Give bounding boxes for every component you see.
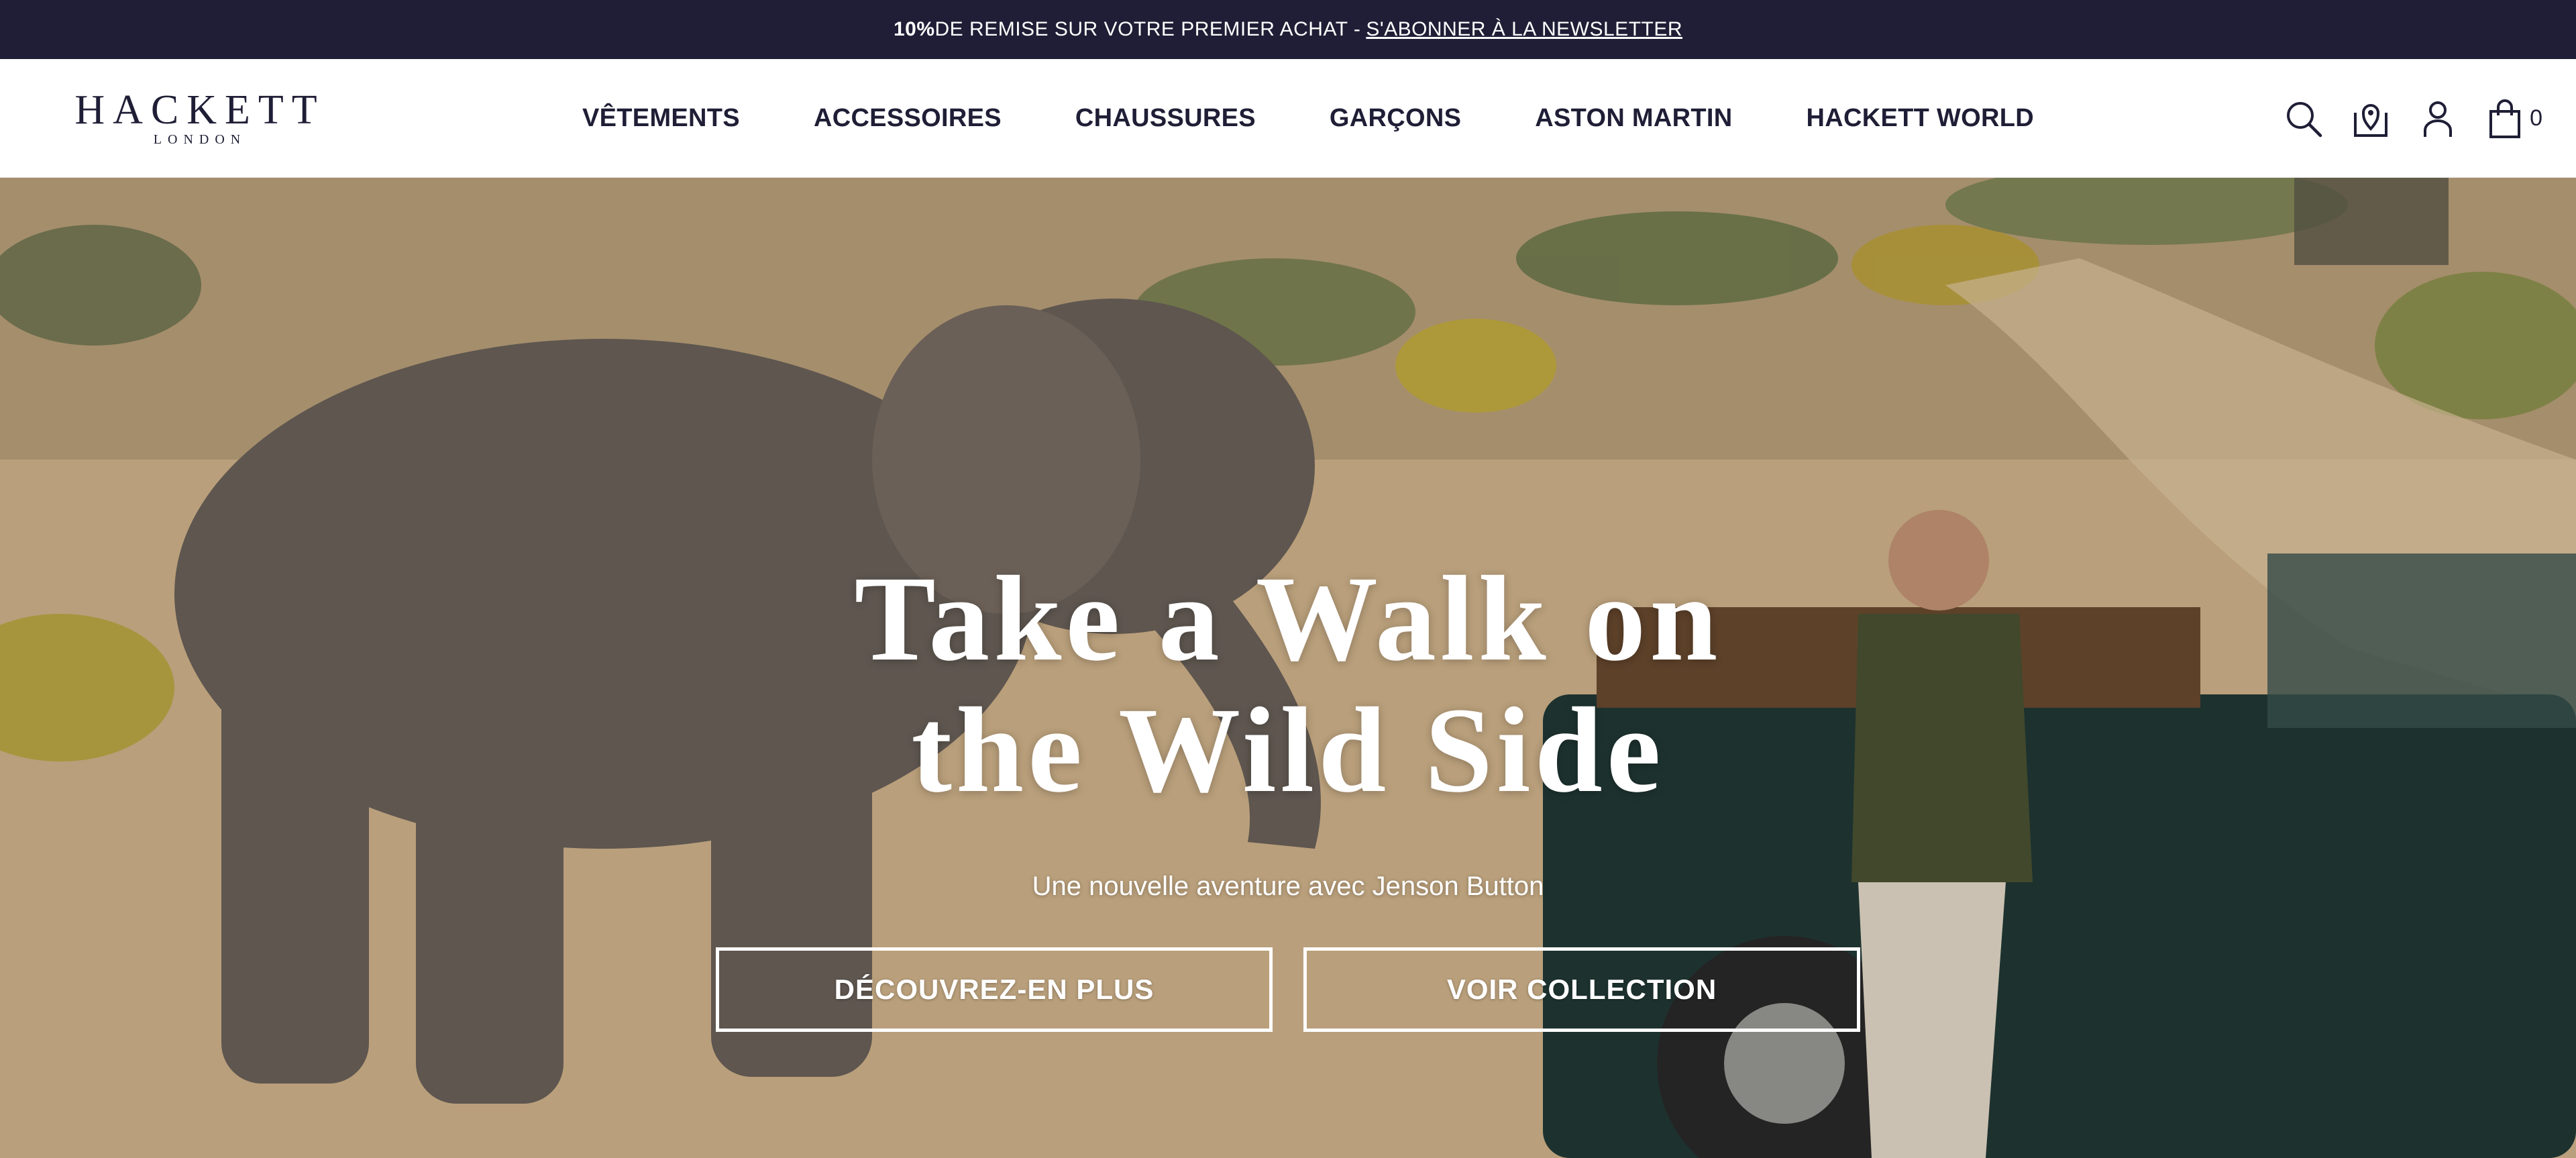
header-icons: 0 (2283, 59, 2542, 178)
search-icon[interactable] (2283, 98, 2324, 140)
hero-content: Take a Walk on the Wild Side Une nouvell… (0, 554, 2576, 902)
site-header: HACKETT LONDON VÊTEMENTS ACCESSOIRES CHA… (0, 59, 2576, 178)
promo-discount: 10% (893, 18, 935, 40)
nav-aston-martin[interactable]: ASTON MARTIN (1535, 104, 1732, 133)
nav-chaussures[interactable]: CHAUSSURES (1075, 104, 1256, 133)
discover-more-button[interactable]: DÉCOUVREZ-EN PLUS (716, 947, 1273, 1032)
main-nav: VÊTEMENTS ACCESSOIRES CHAUSSURES GARÇONS… (582, 59, 2034, 178)
logo-brand: HACKETT (74, 87, 325, 133)
hero-subtitle: Une nouvelle aventure avec Jenson Button (1032, 872, 1544, 901)
view-collection-button[interactable]: VOIR COLLECTION (1303, 947, 1860, 1032)
nav-accessoires[interactable]: ACCESSOIRES (814, 104, 1002, 133)
hero-title-line-2: the Wild Side (911, 683, 1665, 818)
hero-title-line-1: Take a Walk on (854, 551, 1722, 686)
account-icon[interactable] (2417, 98, 2459, 140)
nav-hackett-world[interactable]: HACKETT WORLD (1807, 104, 2035, 133)
hero-title: Take a Walk on the Wild Side (0, 554, 2576, 817)
store-locator-icon[interactable] (2350, 98, 2392, 140)
cart-button[interactable]: 0 (2484, 98, 2542, 140)
promo-text: DE REMISE SUR VOTRE PREMIER ACHAT - (934, 18, 1361, 40)
hero-buttons: DÉCOUVREZ-EN PLUS VOIR COLLECTION (0, 947, 2576, 1032)
nav-garcons[interactable]: GARÇONS (1330, 104, 1461, 133)
nav-vetements[interactable]: VÊTEMENTS (582, 104, 740, 133)
promo-bar: 10% DE REMISE SUR VOTRE PREMIER ACHAT - … (0, 0, 2576, 59)
logo-city: LONDON (153, 132, 247, 147)
hackett-logo[interactable]: HACKETT LONDON (66, 89, 334, 150)
newsletter-link[interactable]: S'ABONNER À LA NEWSLETTER (1366, 18, 1682, 41)
hero-banner[interactable]: Take a Walk on the Wild Side Une nouvell… (0, 178, 2576, 1158)
cart-count: 0 (2530, 105, 2542, 131)
cart-icon (2484, 98, 2526, 140)
